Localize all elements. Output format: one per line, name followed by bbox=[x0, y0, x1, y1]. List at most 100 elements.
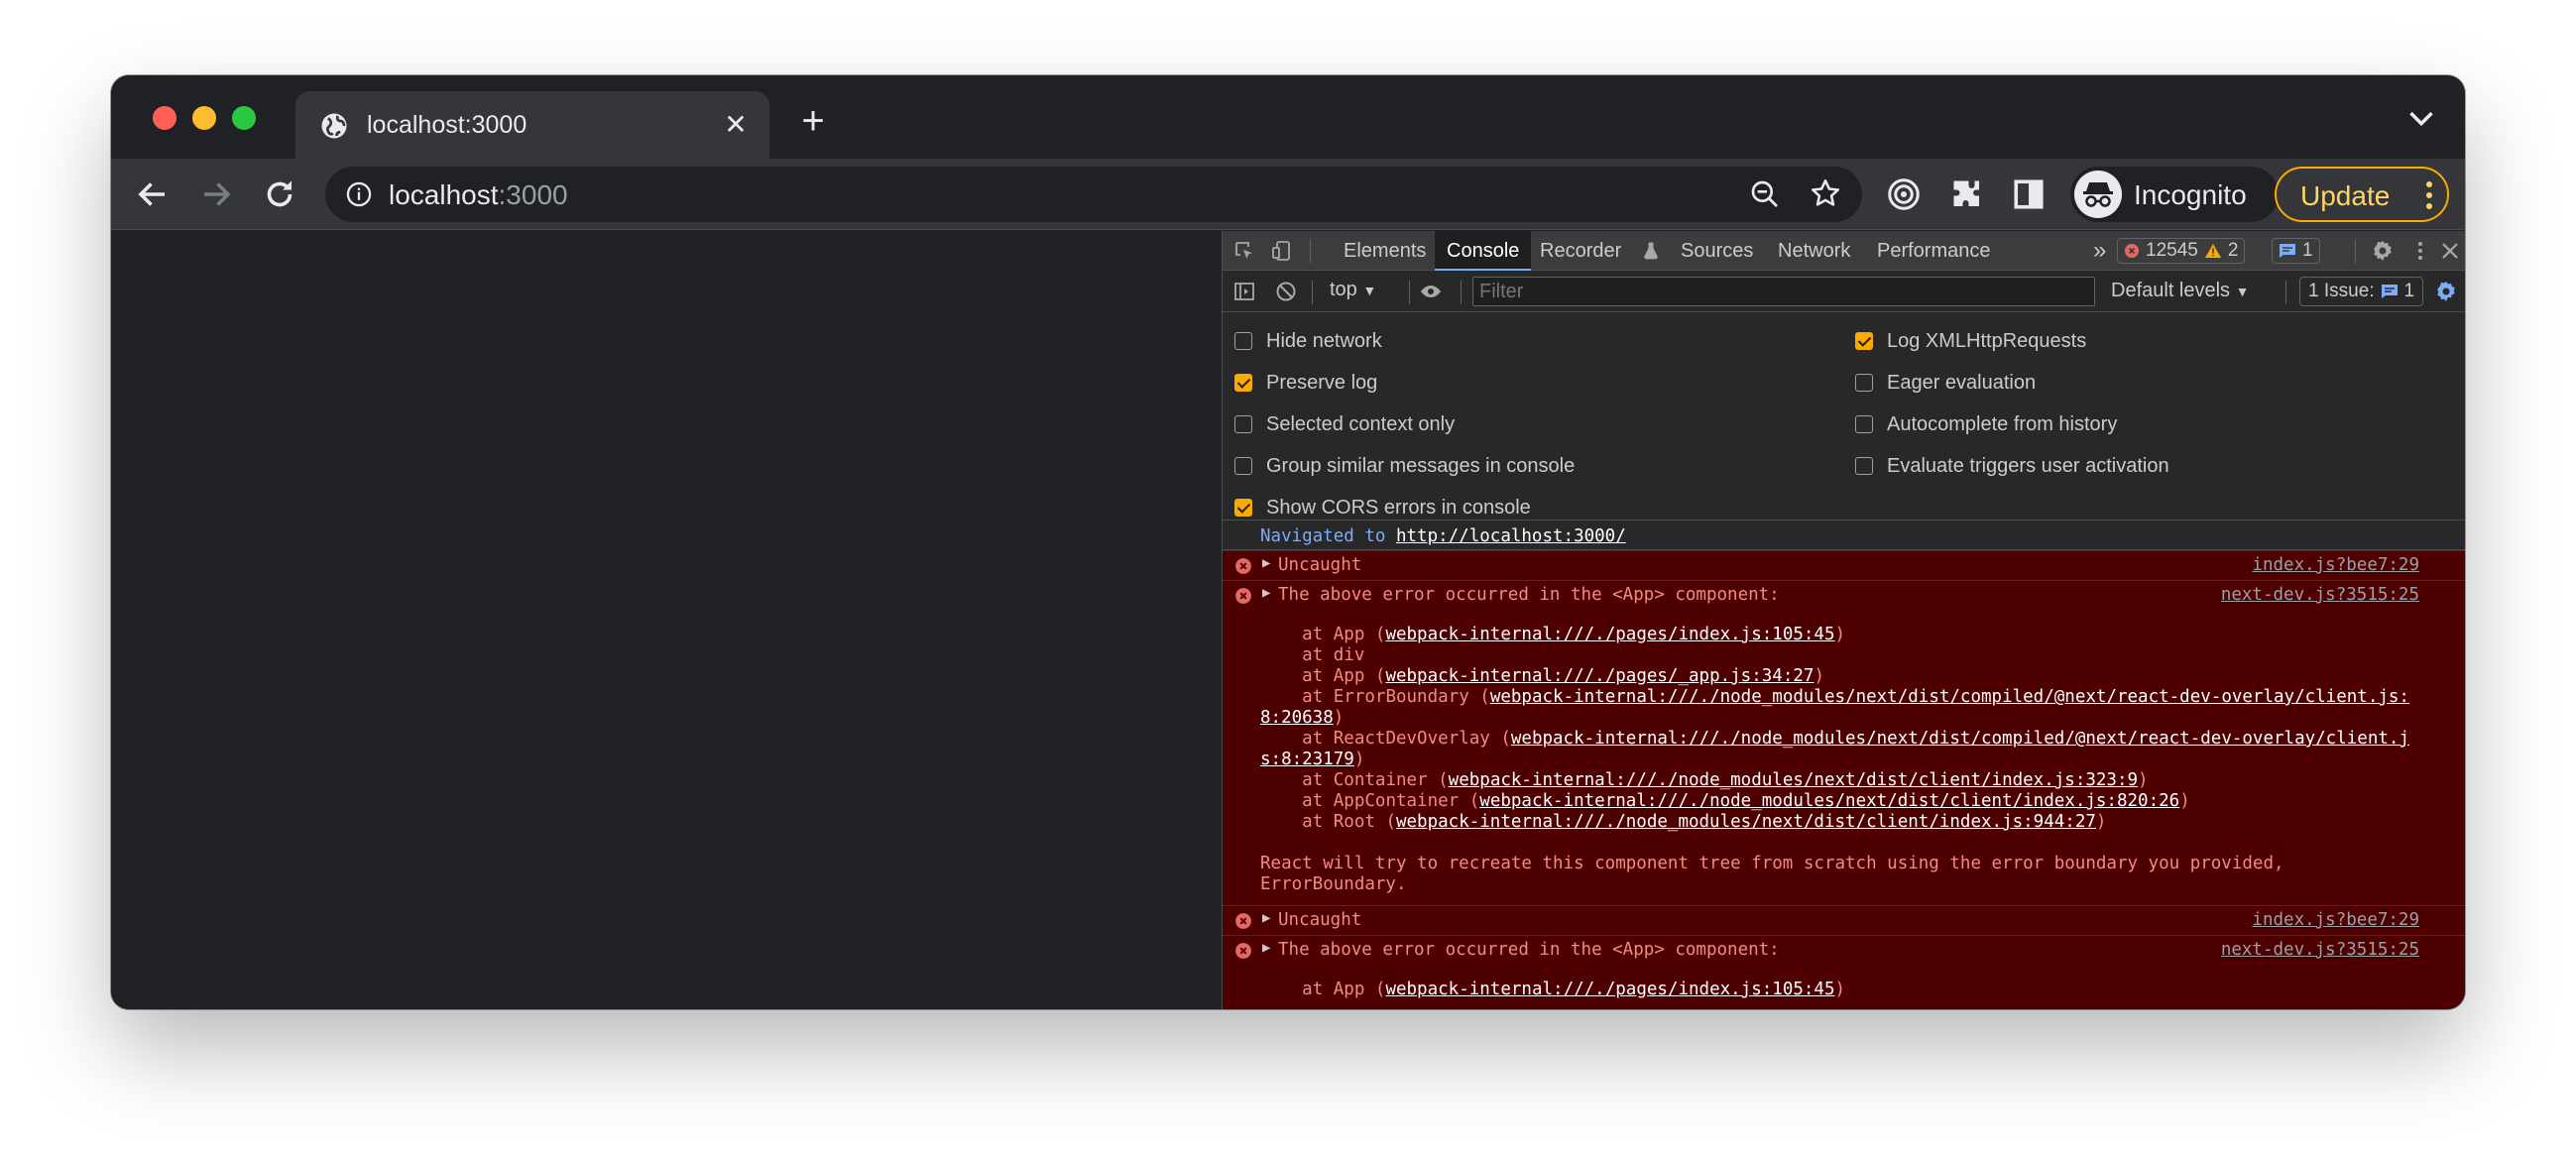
stack-link[interactable]: webpack-internal:///./pages/index.js:105… bbox=[1385, 980, 1834, 999]
error-warning-badge[interactable]: 12545 2 bbox=[2117, 238, 2246, 264]
more-tabs-chevron-icon[interactable]: » bbox=[2081, 231, 2118, 271]
expand-triangle-icon[interactable]: ▶ bbox=[1262, 910, 1270, 926]
more-vertical-icon[interactable] bbox=[2425, 180, 2433, 210]
error-message: The above error occurred in the <App> co… bbox=[1278, 585, 1780, 605]
stack-link[interactable]: webpack-internal:///./node_modules/next/… bbox=[1449, 770, 2138, 790]
stack-link[interactable]: webpack-internal:///./node_modules/next/… bbox=[1490, 687, 2409, 707]
console-error-row[interactable]: ▶ Uncaught index.js?bee7:29 bbox=[1223, 550, 2465, 580]
extension-target-icon[interactable] bbox=[1886, 176, 1922, 212]
option-log-xmlhttprequests[interactable]: Log XMLHttpRequests bbox=[1855, 328, 2086, 354]
option-evaluate-triggers-user-activation[interactable]: Evaluate triggers user activation bbox=[1855, 453, 2169, 479]
issues-button[interactable]: 1 Issue: 1 bbox=[2299, 277, 2424, 306]
chevron-down-icon[interactable] bbox=[2407, 107, 2435, 131]
checkbox[interactable] bbox=[1234, 415, 1252, 433]
devtools-panel: Elements Console Recorder Sources Networ… bbox=[1222, 231, 2465, 1009]
expand-triangle-icon[interactable]: ▶ bbox=[1262, 940, 1270, 956]
close-tab-icon[interactable]: ✕ bbox=[720, 109, 752, 141]
error-icon bbox=[1235, 913, 1251, 929]
tab-performance[interactable]: Performance bbox=[1865, 231, 2003, 271]
live-expression-eye-icon[interactable] bbox=[1419, 280, 1443, 303]
source-link[interactable]: index.js?bee7:29 bbox=[2252, 910, 2419, 930]
option-show-cors-errors[interactable]: Show CORS errors in console bbox=[1234, 495, 1531, 520]
source-link[interactable]: index.js?bee7:29 bbox=[2252, 555, 2419, 575]
bookmark-star-icon[interactable] bbox=[1809, 176, 1842, 210]
tab-title: localhost:3000 bbox=[367, 111, 527, 139]
console-output[interactable]: Navigated to http://localhost:3000/ ▶ Un… bbox=[1223, 520, 2465, 1009]
log-levels-dropdown[interactable]: Default levels ▼ bbox=[2111, 280, 2249, 302]
context-selector[interactable]: top ▼ bbox=[1330, 279, 1376, 301]
zoom-out-icon[interactable] bbox=[1749, 178, 1781, 210]
checkbox[interactable] bbox=[1855, 332, 1873, 350]
update-button[interactable]: Update bbox=[2275, 167, 2449, 222]
more-vertical-icon[interactable] bbox=[2408, 239, 2432, 263]
expand-triangle-icon[interactable]: ▶ bbox=[1262, 585, 1270, 601]
browser-window: localhost:3000 ✕ + localhost:3000 Incogn… bbox=[111, 75, 2465, 1009]
maximize-window-button[interactable] bbox=[232, 106, 256, 130]
address-bar[interactable]: localhost:3000 bbox=[325, 167, 1862, 222]
checkbox[interactable] bbox=[1234, 332, 1252, 350]
stack-link[interactable]: s:8:23179 bbox=[1260, 750, 1354, 769]
source-link[interactable]: next-dev.js?3515:25 bbox=[2221, 585, 2419, 605]
stack-link[interactable]: webpack-internal:///./node_modules/next/… bbox=[1396, 812, 2096, 832]
minimize-window-button[interactable] bbox=[192, 106, 216, 130]
console-error-row[interactable]: ▶ The above error occurred in the <App> … bbox=[1223, 580, 2465, 905]
option-eager-evaluation[interactable]: Eager evaluation bbox=[1855, 370, 2036, 396]
option-preserve-log[interactable]: Preserve log bbox=[1234, 370, 1377, 396]
clear-console-icon[interactable] bbox=[1274, 280, 1298, 303]
checkbox[interactable] bbox=[1234, 457, 1252, 475]
incognito-icon bbox=[2074, 171, 2122, 218]
globe-icon bbox=[321, 113, 347, 139]
checkbox[interactable] bbox=[1855, 374, 1873, 392]
console-filter-input[interactable] bbox=[1472, 277, 2095, 306]
option-hide-network[interactable]: Hide network bbox=[1234, 328, 1382, 354]
page-viewport[interactable] bbox=[111, 231, 1222, 1009]
tab-recorder-label: Recorder bbox=[1540, 240, 1622, 262]
flask-icon bbox=[1644, 242, 1658, 260]
navigated-url-link[interactable]: http://localhost:3000/ bbox=[1396, 526, 1626, 546]
option-selected-context-only[interactable]: Selected context only bbox=[1234, 411, 1455, 437]
checkbox[interactable] bbox=[1234, 374, 1252, 392]
console-error-row[interactable]: ▶ The above error occurred in the <App> … bbox=[1223, 935, 2465, 1009]
stack-link[interactable]: webpack-internal:///./pages/_app.js:34:2… bbox=[1385, 666, 1814, 686]
stack-link[interactable]: 8:20638 bbox=[1260, 708, 1334, 728]
source-link[interactable]: next-dev.js?3515:25 bbox=[2221, 940, 2419, 960]
option-group-similar-messages[interactable]: Group similar messages in console bbox=[1234, 453, 1575, 479]
stack-link[interactable]: webpack-internal:///./node_modules/next/… bbox=[1479, 791, 2179, 811]
tab-sources[interactable]: Sources bbox=[1669, 231, 1765, 271]
checkbox[interactable] bbox=[1855, 415, 1873, 433]
log-levels-value: Default levels bbox=[2111, 280, 2231, 301]
back-arrow-icon[interactable] bbox=[135, 176, 171, 212]
close-devtools-icon[interactable] bbox=[2438, 239, 2462, 263]
tab-elements[interactable]: Elements bbox=[1332, 231, 1438, 271]
messages-badge[interactable]: 1 bbox=[2272, 238, 2320, 264]
console-error-row[interactable]: ▶ Uncaught index.js?bee7:29 bbox=[1223, 905, 2465, 935]
tab-console[interactable]: Console bbox=[1435, 231, 1532, 271]
error-message: Uncaught bbox=[1278, 910, 1362, 930]
toolbar-divider bbox=[1312, 281, 1313, 304]
forward-arrow-icon[interactable] bbox=[198, 176, 234, 212]
extensions-puzzle-icon[interactable] bbox=[1949, 176, 1985, 212]
console-settings-gear-icon[interactable] bbox=[2434, 280, 2458, 303]
checkbox[interactable] bbox=[1234, 499, 1252, 517]
stack-link[interactable]: webpack-internal:///./node_modules/next/… bbox=[1511, 729, 2409, 749]
stack-link[interactable]: webpack-internal:///./pages/index.js:105… bbox=[1385, 625, 1834, 644]
side-panel-icon[interactable] bbox=[2011, 176, 2047, 212]
warning-icon bbox=[2204, 244, 2221, 258]
stack-trace: at App (webpack-internal:///./pages/inde… bbox=[1260, 625, 2409, 894]
device-toolbar-icon[interactable] bbox=[1270, 239, 1294, 263]
reload-icon[interactable] bbox=[262, 176, 297, 212]
incognito-profile-button[interactable]: Incognito bbox=[2070, 167, 2279, 222]
settings-gear-icon[interactable] bbox=[2371, 239, 2395, 263]
option-autocomplete-from-history[interactable]: Autocomplete from history bbox=[1855, 411, 2117, 437]
new-tab-icon[interactable]: + bbox=[795, 101, 831, 141]
expand-triangle-icon[interactable]: ▶ bbox=[1262, 555, 1270, 571]
error-message: Uncaught bbox=[1278, 555, 1362, 575]
tab-network[interactable]: Network bbox=[1766, 231, 1862, 271]
browser-toolbar: localhost:3000 Incognito Update bbox=[111, 159, 2465, 230]
show-sidebar-icon[interactable] bbox=[1232, 280, 1256, 303]
inspect-element-icon[interactable] bbox=[1232, 239, 1256, 263]
checkbox[interactable] bbox=[1855, 457, 1873, 475]
close-window-button[interactable] bbox=[153, 106, 176, 130]
info-icon[interactable] bbox=[345, 180, 373, 208]
browser-tab[interactable]: localhost:3000 ✕ bbox=[295, 91, 769, 159]
